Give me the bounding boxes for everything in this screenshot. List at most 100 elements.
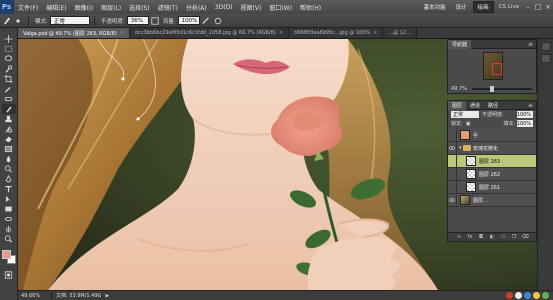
tab-close-icon[interactable]: × [120,30,124,36]
mask-icon[interactable]: ◘ [478,234,485,240]
lock-icon[interactable]: ▣ [466,121,471,127]
mode-select[interactable]: 正常 [49,16,90,25]
tab-paths[interactable]: 路径 [484,101,502,110]
tab-layers[interactable]: 图层 [448,100,467,110]
panel-collapse-icon[interactable] [540,42,551,51]
doc-tab[interactable]: Valga.psd @ 49.7% (图层 263, RGB/8) × [18,28,130,38]
link-icon[interactable]: ∞ [456,234,463,240]
eraser-tool-icon[interactable] [2,134,16,144]
menu-edit[interactable]: 编辑(E) [42,3,70,12]
menu-window[interactable]: 窗口(W) [265,3,296,12]
navigator-zoom-value[interactable]: 49.7% [451,86,469,92]
type-tool-icon[interactable] [2,184,16,194]
panel-menu-icon[interactable]: ≡ [528,102,536,109]
clone-stamp-tool-icon[interactable] [2,114,16,124]
visibility-toggle[interactable] [448,180,457,194]
mode-label: 模式: [35,18,48,25]
zoom-level[interactable]: 49.66% [18,292,52,299]
dodge-tool-icon[interactable] [2,164,16,174]
crop-tool-icon[interactable] [2,74,16,84]
cs-live-button[interactable]: CS Live [495,4,523,10]
visibility-toggle[interactable] [448,167,457,181]
new-layer-icon[interactable]: ❐ [511,234,518,240]
doc-tab[interactable]: dcc3bb6bc29e0f0d1c6c1fdd_1058.jpg @ 66.7… [129,28,290,38]
shape-tool-icon[interactable] [2,204,16,214]
menu-select[interactable]: 选择(S) [125,3,154,12]
quick-mask-icon[interactable] [2,270,16,280]
menu-image[interactable]: 图像(I) [71,3,97,12]
status-menu-arrow-icon[interactable]: ▶ [105,293,109,299]
brush-tool-icon[interactable] [1,104,16,114]
folder-icon[interactable]: ▭ [500,234,507,240]
tray-status-icon[interactable] [542,292,549,299]
doc-tab[interactable]: b66f0f3ea6b95c...jpg @ 100% × [289,28,384,38]
3d-rotate-tool-icon[interactable] [2,214,16,224]
marquee-tool-icon[interactable] [2,44,16,54]
trash-icon[interactable]: ⌫ [521,234,528,240]
layer-group-row[interactable]: ▾ 玫瑰花微化 [448,141,536,155]
blur-tool-icon[interactable] [2,154,16,164]
fill-field[interactable]: 100% [517,120,533,127]
workspace-essentials[interactable]: 基本功能 [420,2,450,12]
tab-navigator[interactable]: 导航器 [448,39,472,49]
tray-ime-icon[interactable] [515,292,522,299]
zoom-slider-knob[interactable] [490,85,494,92]
tray-app-icon[interactable] [506,292,513,299]
quick-select-tool-icon[interactable] [2,64,16,74]
tray-network-icon[interactable] [524,292,531,299]
tab-channels[interactable]: 通道 [466,101,484,110]
zoom-tool-icon[interactable] [2,234,16,244]
pen-tool-icon[interactable] [2,174,16,184]
menu-filter[interactable]: 滤镜(T) [154,3,182,12]
layer-row[interactable]: 图层 261 [448,180,536,194]
doc-tab[interactable]: ...@ 12... [383,28,417,38]
move-tool-icon[interactable] [2,34,16,44]
menu-3d[interactable]: 3D(D) [211,4,237,11]
eye-icon[interactable] [448,141,457,155]
fx-icon[interactable]: fx [467,234,474,240]
menu-view[interactable]: 视图(V) [237,3,266,12]
history-brush-tool-icon[interactable] [2,124,16,134]
layer-row[interactable]: 图层 262 [448,167,536,181]
gradient-tool-icon[interactable] [2,144,16,154]
layer-row[interactable]: 手 [448,128,536,142]
visibility-toggle[interactable] [448,154,457,168]
opacity-field[interactable]: 36% [126,16,149,25]
minimize-icon[interactable]: – [523,3,533,11]
menu-help[interactable]: 帮助(H) [296,3,325,12]
blend-mode-select[interactable]: 正常 [451,111,479,118]
menu-file[interactable]: 文件(F) [14,3,42,12]
menu-analysis[interactable]: 分析(A) [182,3,211,12]
maximize-icon[interactable]: □ [533,3,543,11]
foreground-color-swatch[interactable] [1,250,11,259]
pressure-size-icon[interactable] [212,15,224,27]
navigator-thumbnail[interactable] [483,52,503,80]
workspace-design[interactable]: 设计 [452,2,471,12]
hand-tool-icon[interactable] [2,224,16,234]
panel-menu-icon[interactable]: ≡ [528,41,536,48]
layer-opacity-field[interactable]: 100% [517,111,533,118]
adjustment-icon[interactable]: ◐ [489,234,496,240]
eyedropper-tool-icon[interactable] [2,84,16,94]
visibility-toggle[interactable] [448,128,457,142]
eye-icon[interactable] [448,193,457,207]
navigator-view-box[interactable] [492,63,502,75]
workspace-painting[interactable]: 绘画 [472,1,494,13]
navigator-zoom-slider[interactable] [472,85,532,92]
menu-layer[interactable]: 图层(L) [97,3,125,12]
lasso-tool-icon[interactable] [2,54,16,64]
brush-preset-icon[interactable] [0,15,12,27]
pressure-opacity-icon[interactable] [149,15,161,27]
flow-field[interactable]: 100% [177,16,200,25]
path-select-tool-icon[interactable] [2,194,16,204]
panel-dock-icon[interactable] [540,54,551,63]
close-icon[interactable]: × [543,3,553,11]
tab-close-icon[interactable]: × [373,30,377,36]
brush-size-icon[interactable] [12,15,24,27]
tab-close-icon[interactable]: × [279,30,283,36]
layer-row[interactable]: 图层 263 [448,154,536,168]
airbrush-icon[interactable] [200,15,212,27]
tray-volume-icon[interactable] [533,292,540,299]
healing-brush-tool-icon[interactable] [2,94,16,104]
layer-row[interactable]: 图层... [448,193,536,207]
